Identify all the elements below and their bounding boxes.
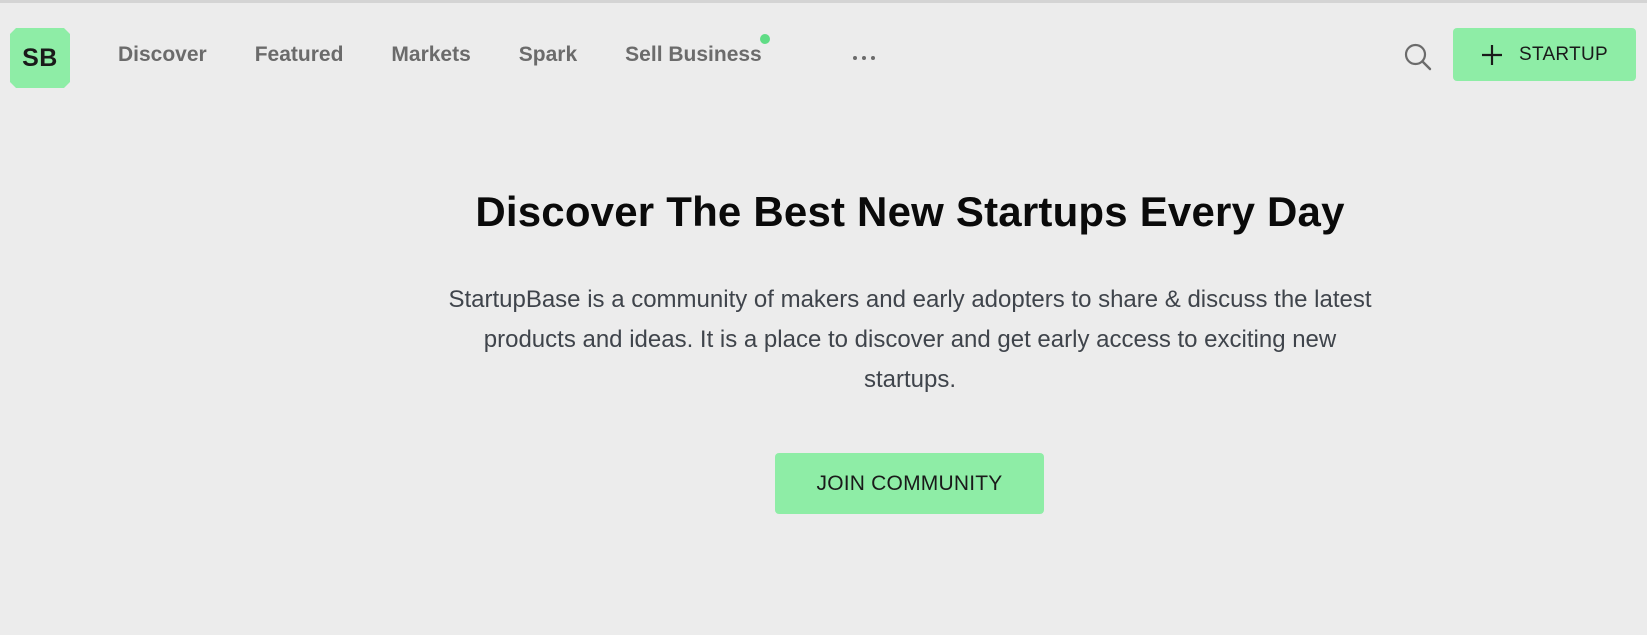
notification-dot	[759, 34, 770, 44]
ellipsis-icon[interactable]	[853, 56, 875, 62]
ellipsis-dot	[862, 56, 866, 60]
ellipsis-dot	[853, 56, 857, 60]
nav-item-spark[interactable]: Spark	[519, 43, 577, 67]
top-nav-bar: SB Discover Featured Markets Spark Sell …	[0, 3, 1647, 93]
search-button[interactable]	[1402, 41, 1434, 73]
logo[interactable]: SB	[10, 28, 70, 88]
hero-title: Discover The Best New Startups Every Day	[475, 188, 1345, 235]
join-community-button[interactable]: JOIN COMMUNITY	[775, 453, 1044, 514]
main-nav: Discover Featured Markets Spark Sell Bus…	[118, 34, 810, 67]
ellipsis-dot	[871, 56, 875, 60]
add-startup-button[interactable]: STARTUP	[1453, 28, 1636, 81]
nav-item-discover[interactable]: Discover	[118, 43, 207, 67]
search-icon	[1404, 43, 1432, 71]
nav-item-sell-business[interactable]: Sell Business	[625, 34, 770, 67]
nav-item-featured[interactable]: Featured	[255, 43, 344, 67]
nav-item-markets[interactable]: Markets	[391, 43, 470, 67]
add-startup-label: STARTUP	[1518, 43, 1609, 65]
hero-description: StartupBase is a community of makers and…	[448, 286, 1372, 393]
plus-icon	[1481, 44, 1502, 65]
nav-item-sell-business-label: Sell Business	[625, 43, 762, 66]
